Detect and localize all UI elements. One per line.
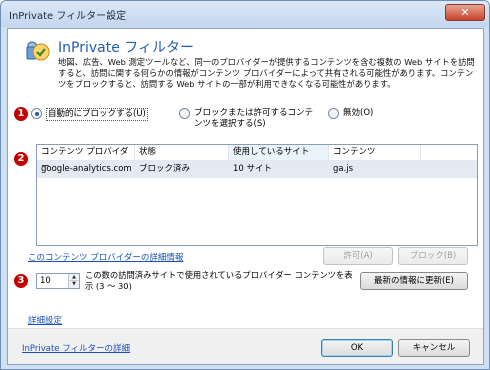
column-header-sites[interactable]: 使用しているサイト	[229, 145, 329, 160]
provider-details-link[interactable]: このコンテンツ プロバイダーの詳細情報	[28, 251, 183, 263]
row-sites: 10 サイト	[233, 164, 273, 174]
radio-choose-content[interactable]: ブロックまたは許可するコンテンツを選択する(S)	[179, 108, 319, 130]
page-title: InPrivate フィルター	[58, 40, 194, 56]
callout-badge-1: 1	[14, 107, 28, 121]
inprivate-filter-icon	[26, 41, 50, 61]
inprivate-filter-dialog: InPrivate フィルター設定 ✕ InPrivate フィルター 地図、広…	[0, 0, 490, 370]
list-header: コンテンツ プロバイダー 状態 使用しているサイト コンテンツ	[37, 145, 477, 172]
row-status: ブロック済み	[139, 164, 191, 174]
table-row[interactable]: google-analytics.com ブロック済み 10 サイト ga.js	[37, 161, 477, 178]
title-bar[interactable]: InPrivate フィルター設定 ✕	[1, 1, 489, 27]
dialog-footer: InPrivate フィルターの詳細 OK キャンセル	[8, 328, 483, 364]
row-content: ga.js	[333, 164, 354, 174]
site-count-label: この数の訪問済みサイトで使用されているプロバイダー コンテンツを表示 (3 ～ …	[85, 270, 353, 291]
callout-badge-2: 2	[14, 152, 28, 166]
site-count-stepper[interactable]: 10 ▲ ▼	[36, 273, 80, 289]
page-description: 地図、広告、Web 測定ツールなど、同一のプロバイダーが提供するコンテンツを含む…	[58, 57, 475, 89]
radio-disabled-indicator[interactable]	[328, 108, 339, 119]
site-count-value[interactable]: 10	[40, 276, 51, 286]
radio-choose-content-label: ブロックまたは許可するコンテンツを選択する(S)	[194, 108, 314, 129]
row-provider: google-analytics.com	[41, 164, 132, 174]
refresh-button[interactable]: 最新の情報に更新(E)	[360, 272, 468, 290]
radio-disabled[interactable]: 無効(O)	[328, 108, 373, 119]
cancel-button[interactable]: キャンセル	[398, 339, 470, 357]
advanced-settings-link[interactable]: 詳細設定	[28, 314, 62, 326]
column-header-content[interactable]: コンテンツ	[329, 145, 421, 160]
callout-badge-3: 3	[14, 274, 28, 288]
radio-disabled-label: 無効(O)	[343, 108, 374, 118]
dialog-body: InPrivate フィルター 地図、広告、Web 測定ツールなど、同一のプロバ…	[7, 28, 484, 365]
close-button[interactable]: ✕	[445, 4, 485, 21]
allow-button[interactable]: 許可(A)	[323, 247, 393, 265]
block-button[interactable]: ブロック(B)	[398, 247, 468, 265]
column-header-provider[interactable]: コンテンツ プロバイダー	[37, 145, 135, 172]
stepper-down-icon[interactable]: ▼	[69, 281, 79, 288]
ok-button[interactable]: OK	[321, 339, 393, 357]
content-provider-list[interactable]: コンテンツ プロバイダー 状態 使用しているサイト コンテンツ google-a…	[36, 144, 478, 246]
stepper-up-icon[interactable]: ▲	[69, 274, 79, 281]
radio-choose-content-indicator[interactable]	[179, 108, 190, 119]
learn-more-link[interactable]: InPrivate フィルターの詳細	[22, 342, 130, 354]
radio-auto-block[interactable]: 自動的にブロックする(U)	[31, 108, 148, 121]
radio-auto-block-indicator[interactable]	[31, 108, 42, 119]
column-header-status[interactable]: 状態	[135, 145, 229, 160]
radio-auto-block-label: 自動的にブロックする(U)	[46, 108, 148, 121]
stepper-buttons[interactable]: ▲ ▼	[68, 274, 79, 288]
window-title: InPrivate フィルター設定	[9, 11, 127, 22]
